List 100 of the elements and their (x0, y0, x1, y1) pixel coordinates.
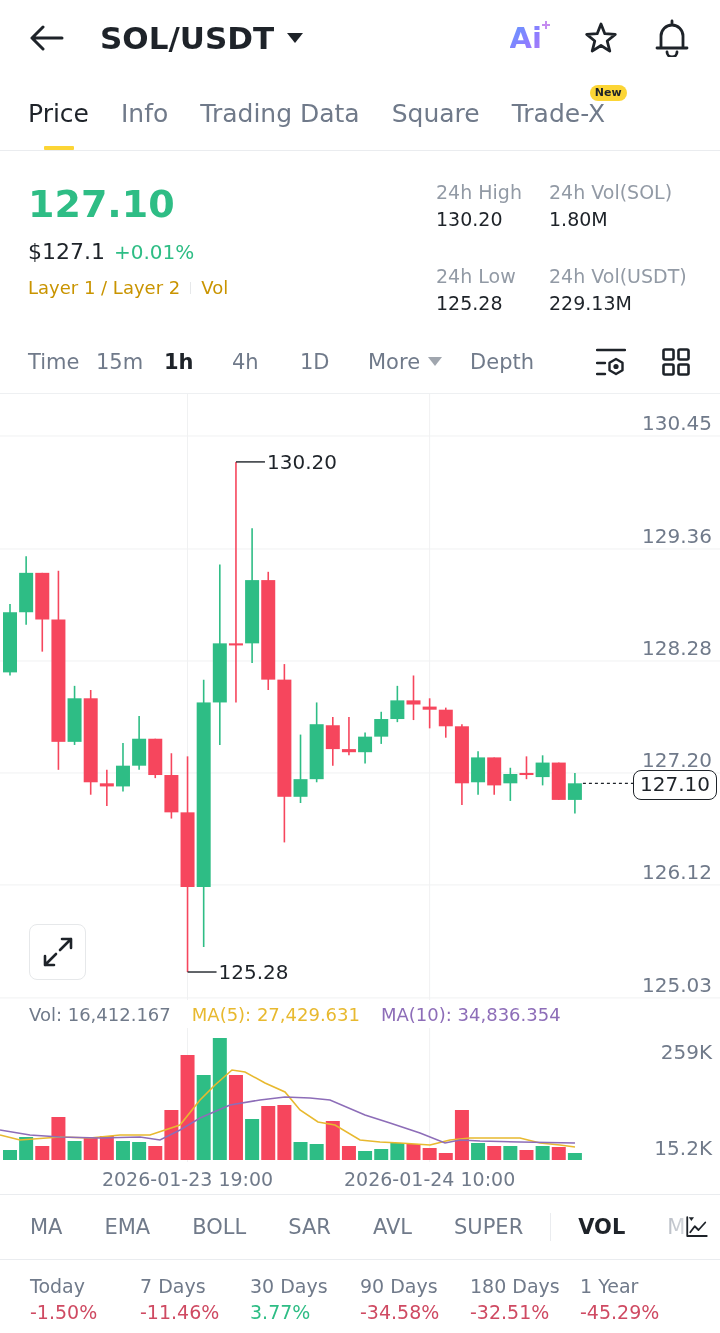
expand-icon (42, 937, 73, 967)
period-change: -32.51% (470, 1300, 550, 1325)
volume-bar (83, 1137, 98, 1160)
ma10-value: MA(10): 34,836.354 (380, 1003, 561, 1025)
period-change: 3.77% (250, 1300, 311, 1325)
period-change: -11.46% (140, 1300, 220, 1325)
caret-icon (287, 33, 304, 43)
period-change: -1.50% (30, 1300, 98, 1325)
stat-label: 24h Low (436, 263, 517, 289)
fiat-price: $127.1 (28, 238, 105, 266)
chart-settings-icon[interactable] (596, 347, 626, 376)
candle (19, 555, 34, 626)
indicator-tab[interactable]: SUPER (454, 1213, 524, 1241)
price-change: +0.01% (114, 239, 195, 266)
tab[interactable]: Price (28, 76, 89, 150)
time-axis-label: 2026-01-24 10:00 (344, 1167, 516, 1191)
leader-line (235, 461, 266, 463)
period-label: 1 Year (580, 1274, 639, 1299)
category-tag-link[interactable]: Layer 1 / Layer 2 (28, 275, 181, 301)
stat-value: 130.20 (436, 207, 504, 232)
category-tag-link[interactable]: Vol (201, 275, 229, 301)
stat-value: 1.80M (549, 207, 609, 232)
sparkle-icon (542, 21, 550, 29)
period-label: 30 Days (250, 1274, 328, 1299)
price-axis-label: 126.12 (642, 861, 712, 882)
volume-bar (471, 1143, 486, 1160)
caret-icon (428, 357, 443, 366)
candle (422, 697, 437, 730)
timeframe-tab[interactable]: Depth (470, 347, 539, 376)
ma5-value: MA(5): 27,429.631 (191, 1003, 360, 1025)
grid-icon[interactable] (662, 347, 690, 376)
tab[interactable]: Square (391, 76, 480, 150)
timeframe-tab[interactable]: 15m (96, 347, 164, 376)
candle (341, 716, 356, 757)
price-axis-label: 125.03 (642, 974, 712, 995)
volume-axis-label: 259K (660, 1042, 712, 1062)
period-label: 90 Days (360, 1274, 438, 1299)
volume-bar (3, 1150, 17, 1160)
volume-axis-label: 15.2K (654, 1138, 712, 1158)
star-icon[interactable] (584, 22, 618, 54)
last-price-line (582, 782, 634, 784)
volume-bar (358, 1151, 373, 1160)
candle (406, 674, 421, 721)
time-axis-label: 2026-01-23 19:00 (101, 1167, 274, 1191)
high-price-label: 130.20 (266, 449, 337, 474)
bell-icon[interactable] (654, 19, 690, 57)
tab[interactable]: Trading Data (200, 76, 360, 150)
last-price-tag: 127.10 (633, 770, 717, 801)
stat-value: 229.13M (549, 290, 633, 316)
candle (487, 756, 502, 796)
tab[interactable]: Info (121, 76, 169, 150)
stat-label: 24h Vol(USDT) (549, 263, 688, 289)
volume-value: Vol: 16,412.167 (29, 1003, 171, 1025)
stat-value: 125.28 (436, 290, 504, 316)
pair-selector[interactable]: SOL/USDT (100, 18, 304, 58)
timeframe-tab[interactable]: More (368, 347, 443, 376)
volume-bar (406, 1144, 421, 1160)
indicator-tab[interactable]: VOL (578, 1213, 626, 1241)
candle (551, 761, 566, 801)
candle (535, 754, 550, 787)
price-axis-label: 129.36 (642, 526, 712, 546)
back-arrow-icon[interactable] (30, 25, 64, 51)
indicator-tab[interactable]: MA (30, 1213, 63, 1241)
timeframe-tab[interactable]: 4h (232, 347, 300, 376)
period-change: -34.58% (360, 1300, 440, 1325)
leader-line (186, 971, 218, 973)
indicator-tab[interactable]: SAR (288, 1213, 331, 1241)
indicator-tab[interactable]: AVL (372, 1213, 412, 1241)
period-label: 7 Days (140, 1274, 206, 1299)
volume-bar (487, 1146, 502, 1160)
volume-bar (535, 1146, 550, 1160)
last-price: 127.10 (28, 181, 176, 228)
stat-label: 24h High (436, 180, 523, 205)
volume-bar (261, 1106, 276, 1160)
timeframe-tab[interactable]: 1D (300, 347, 368, 376)
candle (116, 742, 130, 793)
candle (471, 750, 486, 796)
price-axis-label: 127.20 (642, 749, 712, 770)
low-price-label: 125.28 (218, 960, 289, 984)
candle (358, 731, 373, 765)
indicator-tab[interactable]: BOLL (192, 1213, 247, 1241)
price-axis-label: 128.28 (642, 637, 712, 658)
timeframe-tab[interactable]: Time (28, 347, 96, 376)
candle (374, 710, 389, 745)
timeframe-tab[interactable]: 1h (164, 347, 232, 376)
period-label: 180 Days (470, 1274, 560, 1299)
price-axis-label: 130.45 (642, 413, 712, 433)
volume-bar (503, 1146, 518, 1160)
new-badge: New (589, 85, 627, 101)
candle (390, 685, 405, 723)
period-label: Today (30, 1274, 85, 1299)
indicator-tab[interactable]: EMA (104, 1213, 151, 1241)
candle (132, 715, 147, 771)
volume-bar (245, 1119, 260, 1160)
volume-bar (132, 1142, 147, 1160)
volume-bar (519, 1150, 534, 1160)
volume-bar (116, 1141, 130, 1160)
period-change: -45.29% (580, 1300, 660, 1325)
candle (567, 772, 582, 815)
expand-button[interactable] (29, 924, 86, 980)
